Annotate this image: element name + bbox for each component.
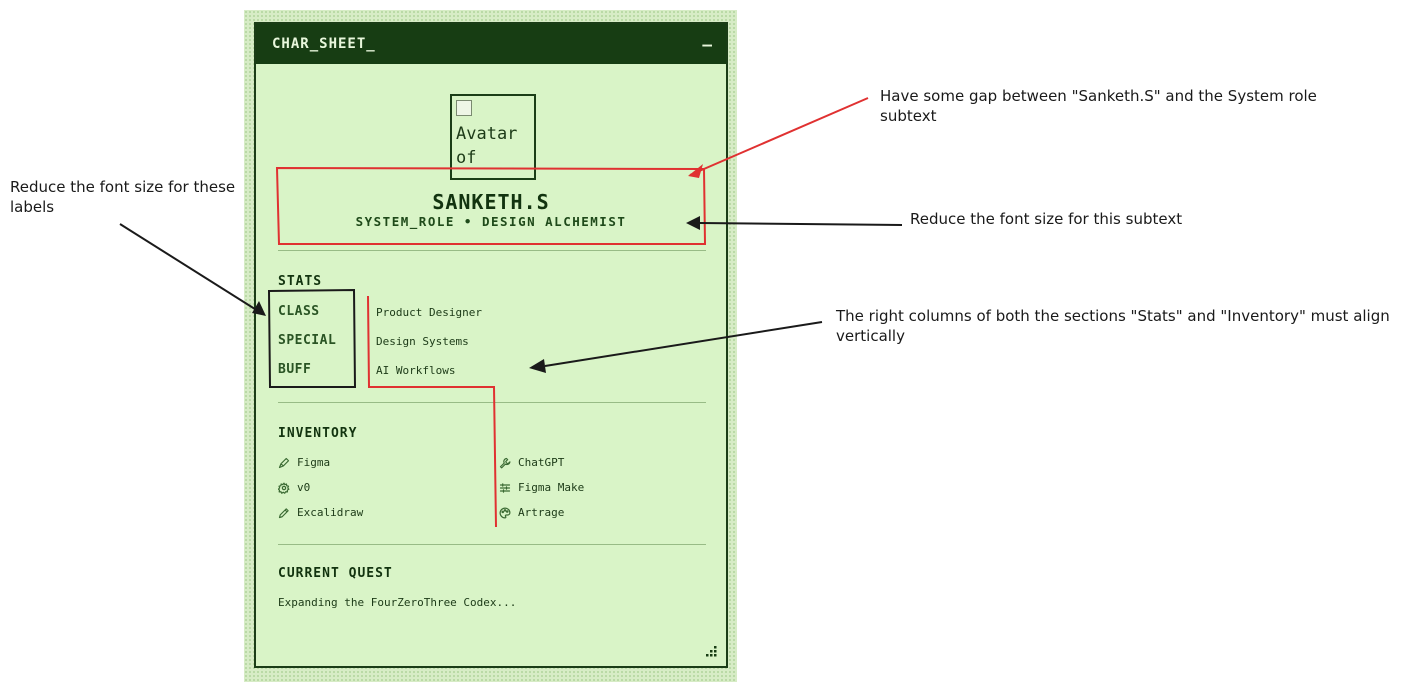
profile-name: SANKETH.S xyxy=(432,190,550,214)
gear-icon xyxy=(278,482,290,494)
character-sheet-window: CHAR_SHEET_ – Avatar of SANKETH.S SYSTEM… xyxy=(254,22,728,668)
annotation-labels-note: Reduce the font size for these labels xyxy=(10,178,236,216)
avatar-alt-text-line1: Avatar xyxy=(456,124,518,144)
inventory-item-label: v0 xyxy=(297,481,311,494)
wrench-icon xyxy=(499,457,511,468)
quest-title: CURRENT QUEST xyxy=(278,566,393,581)
minimize-icon[interactable]: – xyxy=(702,35,712,54)
inventory-item-label: Figma Make xyxy=(518,481,585,494)
window-title: CHAR_SHEET_ xyxy=(272,36,376,52)
stat-value-class: Product Designer xyxy=(376,306,482,319)
stat-label-class: CLASS xyxy=(278,304,320,319)
inventory-title: INVENTORY xyxy=(278,426,358,441)
annotation-align-note: The right columns of both the sections "… xyxy=(836,307,1390,345)
stat-label-special: SPECIAL xyxy=(278,333,337,348)
stat-value-special: Design Systems xyxy=(376,335,469,348)
annotation-black-arrow-labels xyxy=(119,223,259,312)
palette-icon xyxy=(499,507,511,518)
profile-role: SYSTEM_ROLE • DESIGN ALCHEMIST xyxy=(355,214,627,229)
avatar-alt-text-line2: of xyxy=(456,148,477,168)
avatar: Avatar of xyxy=(450,94,536,180)
annotation-gap-note: Have some gap between "Sanketh.S" and th… xyxy=(880,87,1317,125)
stat-label-buff: BUFF xyxy=(278,362,312,377)
inventory-item-excalidraw: Excalidraw xyxy=(278,506,363,519)
inventory-item-chatgpt: ChatGPT xyxy=(499,456,564,469)
pencil-icon xyxy=(278,507,289,518)
resize-handle-icon[interactable] xyxy=(704,644,718,658)
window-header: CHAR_SHEET_ – xyxy=(256,24,726,64)
annotation-subtext-note: Reduce the font size for this subtext xyxy=(910,210,1183,228)
pen-icon xyxy=(278,457,290,468)
inventory-item-label: ChatGPT xyxy=(518,456,565,469)
broken-image-icon xyxy=(456,100,472,116)
stat-value-buff: AI Workflows xyxy=(376,364,456,377)
inventory-item-label: Figma xyxy=(297,456,331,469)
quest-text: Expanding the FourZeroThree Codex... xyxy=(278,596,517,609)
inventory-item-artrage: Artrage xyxy=(499,506,564,519)
inventory-item-label: Excalidraw xyxy=(297,506,364,519)
divider xyxy=(278,402,706,403)
divider xyxy=(278,250,706,251)
inventory-item-figma-make: Figma Make xyxy=(499,481,584,494)
divider xyxy=(278,544,706,545)
sliders-icon xyxy=(499,482,511,493)
inventory-item-figma: Figma xyxy=(278,456,330,469)
inventory-item-label: Artrage xyxy=(518,506,565,519)
stats-title: STATS xyxy=(278,274,323,289)
inventory-item-v0: v0 xyxy=(278,481,310,494)
